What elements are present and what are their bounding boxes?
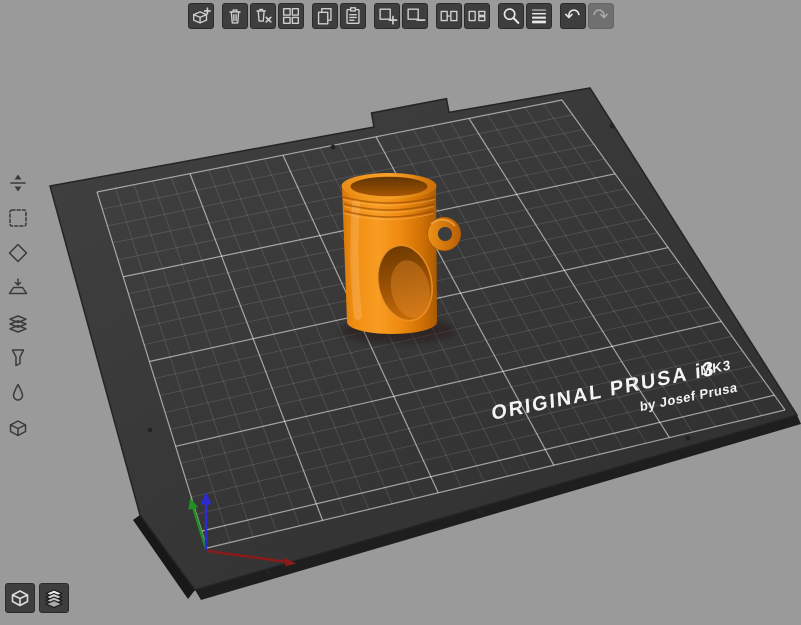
layer-height-button[interactable] (525, 3, 552, 29)
remove-instance-icon (404, 5, 426, 27)
view-cube-button[interactable] (3, 413, 33, 443)
place-on-face-icon (6, 276, 30, 300)
remove-instance-button[interactable] (401, 3, 428, 29)
delete-all-button[interactable] (249, 3, 276, 29)
redo-icon: ↷ (592, 4, 609, 27)
split-parts-button[interactable] (463, 3, 490, 29)
view-cube-icon (6, 416, 30, 440)
select-button[interactable] (3, 203, 33, 233)
toolbar-group (311, 3, 366, 29)
undo-button[interactable]: ↶ (559, 3, 586, 29)
copy-icon (314, 5, 336, 27)
rotate-button[interactable] (3, 238, 33, 268)
delete-all-icon (252, 5, 274, 27)
copy-button[interactable] (311, 3, 338, 29)
search-icon (500, 5, 522, 27)
seam-button[interactable] (3, 378, 33, 408)
split-objects-icon (438, 5, 460, 27)
toolbar-group: ↶ ↷ (559, 3, 614, 29)
preview-button[interactable] (39, 583, 69, 613)
cut-icon (6, 311, 30, 335)
top-toolbar: ↶ ↷ (187, 3, 614, 29)
toolbar-group (187, 3, 214, 29)
preview-icon (42, 586, 66, 610)
move-icon (6, 171, 30, 195)
split-objects-button[interactable] (435, 3, 462, 29)
layer-height-icon (528, 5, 550, 27)
print-bed: ORIGINAL PRUSA i3 MK3 by Josef Prusa (49, 87, 801, 600)
toolbar-group (373, 3, 428, 29)
model-top-opening (350, 176, 428, 197)
place-on-face-button[interactable] (3, 273, 33, 303)
toolbar-group (435, 3, 490, 29)
add-instance-button[interactable] (373, 3, 400, 29)
scene-3d: ORIGINAL PRUSA i3 MK3 by Josef Prusa (49, 87, 801, 600)
rotate-icon (6, 241, 30, 265)
toolbar-group (221, 3, 304, 29)
split-parts-icon (466, 5, 488, 27)
cut-button[interactable] (3, 308, 33, 338)
editor-3d-button[interactable] (5, 583, 35, 613)
search-button[interactable] (497, 3, 524, 29)
delete-button[interactable] (221, 3, 248, 29)
arrange-button[interactable] (277, 3, 304, 29)
model-side-tab (427, 217, 461, 251)
model-highlight (350, 200, 362, 320)
editor-3d-icon (8, 586, 32, 610)
left-toolbar (3, 168, 33, 443)
paste-button[interactable] (339, 3, 366, 29)
paste-icon (342, 5, 364, 27)
slicer-3d-viewport[interactable]: ORIGINAL PRUSA i3 MK3 by Josef Prusa ↶ ↷ (0, 0, 801, 625)
add-icon (190, 5, 212, 27)
supports-icon (6, 346, 30, 370)
redo-button[interactable]: ↷ (587, 3, 614, 29)
add-instance-icon (376, 5, 398, 27)
view-mode-toggle (5, 583, 69, 613)
delete-icon (224, 5, 246, 27)
undo-icon: ↶ (564, 4, 581, 27)
select-icon (6, 206, 30, 230)
seam-icon (6, 381, 30, 405)
arrange-icon (280, 5, 302, 27)
supports-button[interactable] (3, 343, 33, 373)
move-button[interactable] (3, 168, 33, 198)
toolbar-group (497, 3, 552, 29)
add-button[interactable] (187, 3, 214, 29)
